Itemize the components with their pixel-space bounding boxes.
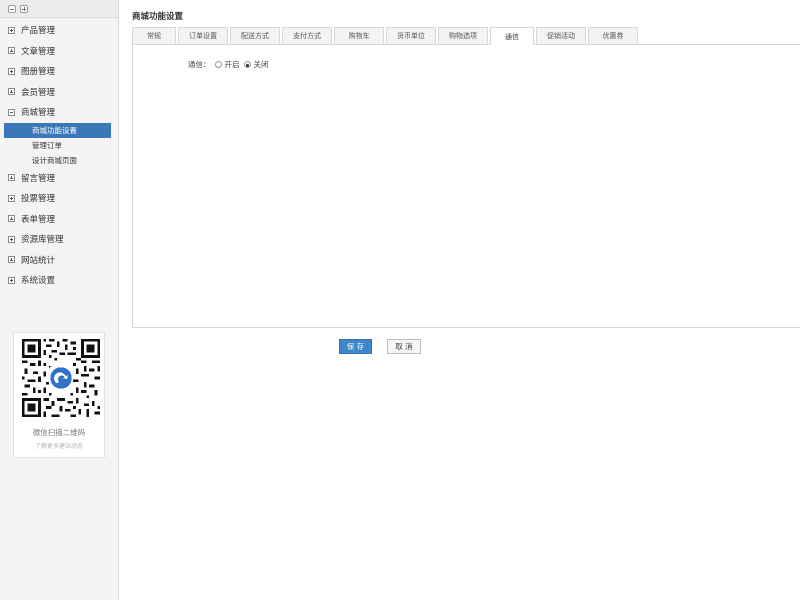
save-button[interactable]: 保 存	[339, 339, 372, 354]
tab-communication[interactable]: 通信	[490, 27, 534, 45]
cancel-button[interactable]: 取 消	[387, 339, 421, 354]
tab-delivery[interactable]: 配送方式	[230, 27, 280, 44]
radio-on[interactable]: 开启	[214, 59, 240, 70]
nav-item-resources[interactable]: 资源库管理	[0, 229, 118, 250]
nav-group-statistics: 网站统计	[0, 250, 118, 271]
nav-item-votes[interactable]: 投票管理	[0, 188, 118, 209]
main-content: 商城功能设置 常规 订单设置 配送方式 支付方式 购物车 货币单位 购物选项 通…	[119, 0, 800, 600]
expand-icon[interactable]	[8, 215, 15, 223]
qr-caption: 微信扫描二维码	[32, 428, 86, 437]
radio-off[interactable]: 关闭	[243, 59, 269, 70]
nav-subitem-manage-orders[interactable]: 管理订单	[6, 138, 118, 153]
nav-group-members: 会员管理	[0, 82, 118, 103]
nav-item-label: 资源库管理	[21, 235, 64, 246]
nav-group-forms: 表单管理	[0, 209, 118, 230]
communication-field: 通信： 开启 关闭	[188, 59, 269, 70]
tab-general[interactable]: 常规	[132, 27, 176, 44]
tab-payment[interactable]: 支付方式	[282, 27, 332, 44]
expand-icon[interactable]	[8, 47, 15, 55]
nav-item-label: 产品管理	[21, 26, 56, 37]
expand-icon[interactable]	[8, 276, 15, 284]
radio-on-label: 开启	[224, 60, 240, 69]
expand-icon[interactable]	[8, 194, 15, 202]
tab-coupons[interactable]: 优惠券	[588, 27, 638, 44]
nav-item-albums[interactable]: 图册管理	[0, 61, 118, 82]
tab-cart[interactable]: 购物车	[334, 27, 384, 44]
nav-group-products: 产品管理	[0, 20, 118, 41]
nav-item-label: 投票管理	[21, 194, 56, 205]
nav-item-forms[interactable]: 表单管理	[0, 209, 118, 230]
shop-submenu: 商城功能设置 管理订单 设计商城页面	[0, 122, 118, 168]
sidebar-toolbar	[0, 0, 118, 18]
nav-item-label: 图册管理	[21, 67, 56, 78]
nav-group-votes: 投票管理	[0, 188, 118, 209]
nav-group-resources: 资源库管理	[0, 229, 118, 250]
nav-subitem-design-shop[interactable]: 设计商城页面	[6, 153, 118, 168]
tab-panel: 通信： 开启 关闭	[132, 44, 800, 328]
nav-item-label: 文章管理	[21, 46, 56, 57]
nav-item-messages[interactable]: 留言管理	[0, 168, 118, 189]
nav-item-label: 留言管理	[21, 173, 56, 184]
qr-subcaption: 了解更多建站动态	[34, 443, 83, 450]
expand-icon[interactable]	[8, 88, 15, 96]
nav-item-products[interactable]: 产品管理	[0, 20, 118, 41]
qr-code-image	[22, 339, 100, 417]
radio-on-indicator[interactable]	[214, 61, 222, 68]
nav-group-shop: 商城管理 商城功能设置 管理订单 设计商城页面	[0, 102, 118, 168]
qr-card: 微信扫描二维码 了解更多建站动态	[13, 332, 105, 458]
tab-shopping-options[interactable]: 购物选项	[438, 27, 488, 44]
radio-off-indicator[interactable]	[243, 61, 251, 68]
settings-tabs: 常规 订单设置 配送方式 支付方式 购物车 货币单位 购物选项 通信 促销活动 …	[132, 27, 638, 45]
expand-icon[interactable]	[8, 174, 15, 182]
nav-item-label: 系统设置	[21, 276, 56, 287]
expand-all-icon[interactable]	[20, 4, 28, 13]
tab-currency[interactable]: 货币单位	[386, 27, 436, 44]
nav-item-label: 商城管理	[21, 108, 56, 119]
tab-promotions[interactable]: 促销活动	[536, 27, 586, 44]
nav-item-system[interactable]: 系统设置	[0, 270, 118, 291]
tab-order-settings[interactable]: 订单设置	[178, 27, 228, 44]
nav-group-messages: 留言管理	[0, 168, 118, 189]
expand-icon[interactable]	[8, 67, 15, 75]
radio-off-label: 关闭	[253, 60, 269, 69]
expand-icon[interactable]	[8, 235, 15, 243]
nav-item-members[interactable]: 会员管理	[0, 82, 118, 103]
nav-item-articles[interactable]: 文章管理	[0, 41, 118, 62]
nav-item-label: 表单管理	[21, 214, 56, 225]
nav-subitem-shop-settings[interactable]: 商城功能设置	[4, 122, 111, 138]
collapse-icon[interactable]	[8, 108, 15, 116]
nav-item-statistics[interactable]: 网站统计	[0, 250, 118, 271]
nav-group-articles: 文章管理	[0, 41, 118, 62]
page-title: 商城功能设置	[132, 12, 184, 22]
expand-icon[interactable]	[8, 26, 15, 34]
nav-item-shop[interactable]: 商城管理	[0, 102, 118, 123]
collapse-all-icon[interactable]	[8, 4, 16, 13]
sidebar: 产品管理 文章管理 图册管理 会员管理 商城管理 商城功能设置 管理订单 设计商…	[0, 0, 119, 600]
field-label: 通信：	[188, 60, 211, 69]
nav-item-label: 网站统计	[21, 255, 56, 266]
sidebar-nav: 产品管理 文章管理 图册管理 会员管理 商城管理 商城功能设置 管理订单 设计商…	[0, 18, 118, 291]
nav-item-label: 会员管理	[21, 87, 56, 98]
nav-group-system: 系统设置	[0, 270, 118, 291]
expand-icon[interactable]	[8, 256, 15, 264]
nav-group-albums: 图册管理	[0, 61, 118, 82]
